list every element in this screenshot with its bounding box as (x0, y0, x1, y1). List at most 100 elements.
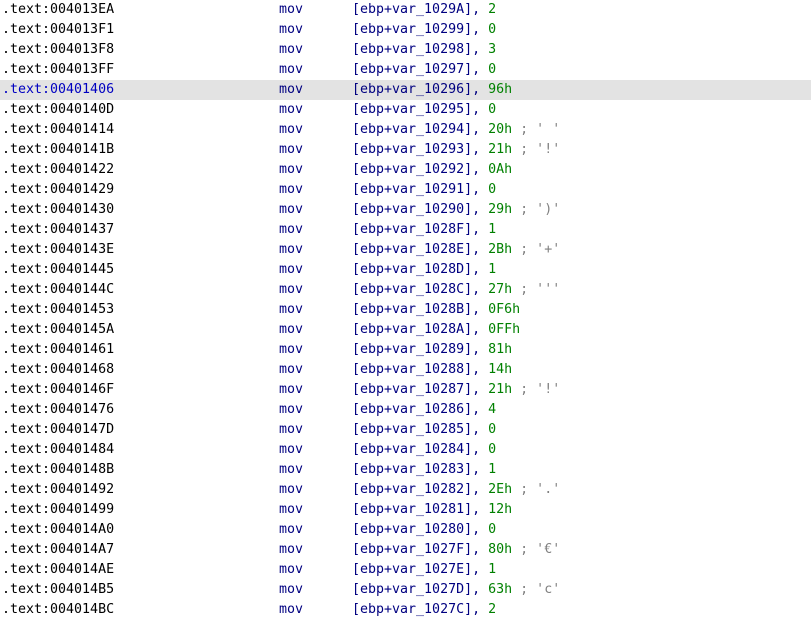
stack-variable[interactable]: var_1027D (392, 582, 464, 597)
stack-variable[interactable]: var_10285 (392, 422, 464, 437)
stack-variable[interactable]: var_10296 (392, 82, 464, 97)
address-label[interactable]: .text:00401468 (2, 360, 114, 380)
immediate-value[interactable]: 4 (488, 402, 496, 417)
stack-variable[interactable]: var_1029A (392, 2, 464, 17)
stack-variable[interactable]: var_10289 (392, 342, 464, 357)
stack-variable[interactable]: var_10297 (392, 62, 464, 77)
immediate-value[interactable]: 96h (488, 82, 512, 97)
address-label[interactable]: .text:00401406 (2, 80, 114, 100)
stack-variable[interactable]: var_1027F (392, 542, 464, 557)
mnemonic[interactable]: mov (279, 500, 303, 520)
listing-row[interactable]: .text:00401476 mov [ebp+var_10286], 4 (0, 400, 811, 420)
immediate-value[interactable]: 2Bh (488, 242, 512, 257)
stack-variable[interactable]: var_10293 (392, 142, 464, 157)
stack-variable[interactable]: var_10281 (392, 502, 464, 517)
mnemonic[interactable]: mov (279, 360, 303, 380)
stack-variable[interactable]: var_10290 (392, 202, 464, 217)
address-label[interactable]: .text:0040141B (2, 140, 114, 160)
address-label[interactable]: .text:00401429 (2, 180, 114, 200)
immediate-value[interactable]: 0 (488, 62, 496, 77)
stack-variable[interactable]: var_1028A (392, 322, 464, 337)
mnemonic[interactable]: mov (279, 40, 303, 60)
mnemonic[interactable]: mov (279, 440, 303, 460)
address-label[interactable]: .text:004013EA (2, 0, 114, 20)
immediate-value[interactable]: 1 (488, 262, 496, 277)
listing-row[interactable]: .text:004013FF mov [ebp+var_10297], 0 (0, 60, 811, 80)
immediate-value[interactable]: 63h (488, 582, 512, 597)
address-label[interactable]: .text:00401437 (2, 220, 114, 240)
mnemonic[interactable]: mov (279, 300, 303, 320)
listing-row[interactable]: .text:00401492 mov [ebp+var_10282], 2Eh ; … (0, 480, 811, 500)
mnemonic[interactable]: mov (279, 320, 303, 340)
stack-variable[interactable]: var_10299 (392, 22, 464, 37)
listing-row[interactable]: .text:004013F1 mov [ebp+var_10299], 0 (0, 20, 811, 40)
immediate-value[interactable]: 0 (488, 422, 496, 437)
listing-row[interactable]: .text:0040145A mov [ebp+var_1028A], 0FFh (0, 320, 811, 340)
listing-row[interactable]: .text:00401453 mov [ebp+var_1028B], 0F6h (0, 300, 811, 320)
listing-row[interactable]: .text:0040140D mov [ebp+var_10295], 0 (0, 100, 811, 120)
immediate-value[interactable]: 0 (488, 22, 496, 37)
immediate-value[interactable]: 0 (488, 522, 496, 537)
mnemonic[interactable]: mov (279, 0, 303, 20)
stack-variable[interactable]: var_1028C (392, 282, 464, 297)
immediate-value[interactable]: 0F6h (488, 302, 520, 317)
address-label[interactable]: .text:00401492 (2, 480, 114, 500)
listing-row[interactable]: .text:00401437 mov [ebp+var_1028F], 1 (0, 220, 811, 240)
stack-variable[interactable]: var_10280 (392, 522, 464, 537)
stack-variable[interactable]: var_10282 (392, 482, 464, 497)
mnemonic[interactable]: mov (279, 160, 303, 180)
mnemonic[interactable]: mov (279, 80, 303, 100)
immediate-value[interactable]: 21h (488, 142, 512, 157)
listing-row[interactable]: .text:00401429 mov [ebp+var_10291], 0 (0, 180, 811, 200)
address-label[interactable]: .text:004013F8 (2, 40, 114, 60)
immediate-value[interactable]: 2 (488, 602, 496, 617)
immediate-value[interactable]: 0FFh (488, 322, 520, 337)
listing-row[interactable]: .text:004014AE mov [ebp+var_1027E], 1 (0, 560, 811, 580)
address-label[interactable]: .text:0040147D (2, 420, 114, 440)
address-label[interactable]: .text:00401414 (2, 120, 114, 140)
mnemonic[interactable]: mov (279, 480, 303, 500)
immediate-value[interactable]: 0Ah (488, 162, 512, 177)
listing-row-selected[interactable]: .text:00401406 mov [ebp+var_10296], 96h (0, 80, 811, 100)
listing-row[interactable]: .text:004014B5 mov [ebp+var_1027D], 63h ; … (0, 580, 811, 600)
address-label[interactable]: .text:0040143E (2, 240, 114, 260)
immediate-value[interactable]: 1 (488, 562, 496, 577)
mnemonic[interactable]: mov (279, 460, 303, 480)
mnemonic[interactable]: mov (279, 200, 303, 220)
listing-row[interactable]: .text:00401414 mov [ebp+var_10294], 20h ; … (0, 120, 811, 140)
listing-row[interactable]: .text:00401484 mov [ebp+var_10284], 0 (0, 440, 811, 460)
immediate-value[interactable]: 29h (488, 202, 512, 217)
address-label[interactable]: .text:0040146F (2, 380, 114, 400)
listing-row[interactable]: .text:0040144C mov [ebp+var_1028C], 27h ; … (0, 280, 811, 300)
listing-row[interactable]: .text:0040147D mov [ebp+var_10285], 0 (0, 420, 811, 440)
listing-row[interactable]: .text:00401445 mov [ebp+var_1028D], 1 (0, 260, 811, 280)
stack-variable[interactable]: var_10283 (392, 462, 464, 477)
listing-row[interactable]: .text:004014BC mov [ebp+var_1027C], 2 (0, 600, 811, 620)
mnemonic[interactable]: mov (279, 280, 303, 300)
address-label[interactable]: .text:004014AE (2, 560, 114, 580)
stack-variable[interactable]: var_1027E (392, 562, 464, 577)
immediate-value[interactable]: 27h (488, 282, 512, 297)
stack-variable[interactable]: var_1027C (392, 602, 464, 617)
immediate-value[interactable]: 20h (488, 122, 512, 137)
listing-row[interactable]: .text:00401461 mov [ebp+var_10289], 81h (0, 340, 811, 360)
address-label[interactable]: .text:0040140D (2, 100, 114, 120)
mnemonic[interactable]: mov (279, 420, 303, 440)
address-label[interactable]: .text:00401453 (2, 300, 114, 320)
stack-variable[interactable]: var_1028B (392, 302, 464, 317)
mnemonic[interactable]: mov (279, 580, 303, 600)
address-label[interactable]: .text:004014BC (2, 600, 114, 620)
listing-row[interactable]: .text:00401422 mov [ebp+var_10292], 0Ah (0, 160, 811, 180)
listing-row[interactable]: .text:00401468 mov [ebp+var_10288], 14h (0, 360, 811, 380)
address-label[interactable]: .text:0040148B (2, 460, 114, 480)
stack-variable[interactable]: var_1028F (392, 222, 464, 237)
immediate-value[interactable]: 14h (488, 362, 512, 377)
listing-row[interactable]: .text:004013EA mov [ebp+var_1029A], 2 (0, 0, 811, 20)
address-label[interactable]: .text:00401461 (2, 340, 114, 360)
immediate-value[interactable]: 1 (488, 462, 496, 477)
stack-variable[interactable]: var_10286 (392, 402, 464, 417)
listing-row[interactable]: .text:00401430 mov [ebp+var_10290], 29h ; … (0, 200, 811, 220)
address-label[interactable]: .text:00401476 (2, 400, 114, 420)
mnemonic[interactable]: mov (279, 600, 303, 620)
address-label[interactable]: .text:00401445 (2, 260, 114, 280)
